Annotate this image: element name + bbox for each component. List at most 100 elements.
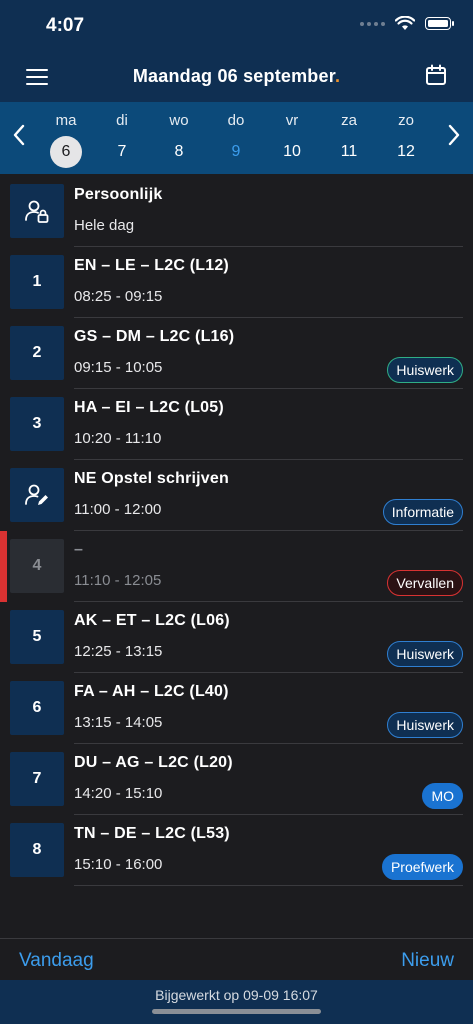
page-title-text: Maandag 06 september xyxy=(132,66,335,86)
previous-week-button[interactable] xyxy=(12,124,26,151)
day-number: 11 xyxy=(340,143,358,160)
lesson-title: HA – EI – L2C (L05) xyxy=(74,399,224,416)
day-vr[interactable]: vr 10 xyxy=(270,112,314,168)
lesson-time: 09:15 - 10:05 xyxy=(74,359,163,376)
lesson-list: Persoonlijk Hele dag 1 EN – LE – L2C (L12) 0… xyxy=(0,176,473,886)
status-time: 4:07 xyxy=(46,15,85,36)
row-divider xyxy=(74,885,463,886)
lesson-row[interactable]: 8 TN – DE – L2C (L53) 15:10 - 16:00 Proefwe… xyxy=(0,815,473,886)
nav-bar: Maandag 06 september. xyxy=(0,52,473,102)
lesson-title: Persoonlijk xyxy=(74,186,163,203)
next-week-button[interactable] xyxy=(447,124,461,151)
lesson-title: GS – DM – L2C (L16) xyxy=(74,328,235,345)
day-di[interactable]: di 7 xyxy=(100,112,144,168)
lesson-time: 10:20 - 11:10 xyxy=(74,430,162,447)
status-icons xyxy=(360,16,454,31)
lesson-number-badge: 4 xyxy=(10,539,64,593)
day-number: 12 xyxy=(397,143,415,160)
home-indicator[interactable] xyxy=(152,1009,321,1014)
lesson-title: – xyxy=(74,541,84,558)
person-edit-icon xyxy=(24,482,50,508)
lesson-title: AK – ET – L2C (L06) xyxy=(74,612,230,629)
lesson-number-badge xyxy=(10,184,64,238)
battery-icon xyxy=(425,17,454,30)
lesson-number-badge: 2 xyxy=(10,326,64,380)
chevron-left-icon xyxy=(13,124,25,146)
lesson-row[interactable]: 1 EN – LE – L2C (L12) 08:25 - 09:15 xyxy=(0,247,473,318)
day-wo[interactable]: wo 8 xyxy=(157,112,201,168)
lesson-row[interactable]: 3 HA – EI – L2C (L05) 10:20 - 11:10 xyxy=(0,389,473,460)
day-name: di xyxy=(116,112,128,129)
day-number: 9 xyxy=(231,143,241,160)
lesson-title: EN – LE – L2C (L12) xyxy=(74,257,229,274)
lesson-tag: Vervallen xyxy=(387,570,463,596)
day-ma[interactable]: ma 6 xyxy=(44,112,88,168)
day-name: ma xyxy=(55,112,77,129)
day-number: 8 xyxy=(174,143,184,160)
new-button[interactable]: Nieuw xyxy=(401,950,454,972)
day-zo[interactable]: zo 12 xyxy=(384,112,428,168)
lesson-number: 5 xyxy=(32,628,42,645)
lesson-tag: Huiswerk xyxy=(387,357,463,383)
day-number: 7 xyxy=(117,143,127,160)
lesson-title: DU – AG – L2C (L20) xyxy=(74,754,233,771)
footer: Bijgewerkt op 09-09 16:07 xyxy=(0,980,473,1024)
bottom-bar: Vandaag Nieuw xyxy=(0,938,473,981)
lesson-number-badge: 3 xyxy=(10,397,64,451)
lesson-number-badge: 5 xyxy=(10,610,64,664)
day-name: zo xyxy=(398,112,414,129)
lesson-time: 12:25 - 13:15 xyxy=(74,643,163,660)
wifi-icon xyxy=(395,16,415,30)
lesson-number-badge: 6 xyxy=(10,681,64,735)
lesson-row[interactable]: Persoonlijk Hele dag xyxy=(0,176,473,247)
lesson-title: FA – AH – L2C (L40) xyxy=(74,683,229,700)
day-name: za xyxy=(341,112,357,129)
lesson-row[interactable]: 7 DU – AG – L2C (L20) 14:20 - 15:10 MO xyxy=(0,744,473,815)
day-za[interactable]: za 11 xyxy=(327,112,371,168)
lesson-number: 6 xyxy=(32,699,42,716)
lesson-tag: Informatie xyxy=(382,499,463,525)
day-name: wo xyxy=(169,112,189,129)
day-name: do xyxy=(227,112,245,129)
week-strip: ma 6 di 7 wo 8 do 9 vr 10 za 11 zo 12 xyxy=(0,102,473,174)
lesson-tag: Huiswerk xyxy=(387,712,463,738)
lesson-time: 14:20 - 15:10 xyxy=(74,785,163,802)
calendar-icon[interactable] xyxy=(425,64,447,86)
lesson-row[interactable]: NE Opstel schrijven 11:00 - 12:00 Informat… xyxy=(0,460,473,531)
lesson-tag: MO xyxy=(422,783,463,809)
signal-icon xyxy=(360,21,385,26)
chevron-right-icon xyxy=(448,124,460,146)
lesson-number: 8 xyxy=(32,841,42,858)
lesson-time: Hele dag xyxy=(74,217,135,234)
day-number: 6 xyxy=(50,136,82,168)
day-do[interactable]: do 9 xyxy=(214,112,258,168)
page-title: Maandag 06 september. xyxy=(0,66,473,87)
lesson-time: 13:15 - 14:05 xyxy=(74,714,163,731)
lesson-tag: Proefwerk xyxy=(381,854,463,880)
today-button[interactable]: Vandaag xyxy=(19,950,94,972)
person-lock-icon xyxy=(24,198,50,224)
last-updated-text: Bijgewerkt op 09-09 16:07 xyxy=(155,987,318,1003)
lesson-number: 4 xyxy=(32,557,42,574)
lesson-number: 2 xyxy=(32,344,42,361)
lesson-row[interactable]: 4 – 11:10 - 12:05 Vervallen xyxy=(0,531,473,602)
lesson-number: 1 xyxy=(32,273,42,290)
lesson-time: 11:00 - 12:00 xyxy=(74,501,162,518)
day-name: vr xyxy=(285,112,299,129)
lesson-number: 7 xyxy=(32,770,42,787)
lesson-row[interactable]: 5 AK – ET – L2C (L06) 12:25 - 13:15 Huiswer… xyxy=(0,602,473,673)
lesson-number-badge: 8 xyxy=(10,823,64,877)
day-number: 10 xyxy=(283,143,301,160)
lesson-time: 08:25 - 09:15 xyxy=(74,288,163,305)
lesson-row[interactable]: 6 FA – AH – L2C (L40) 13:15 - 14:05 Huiswer… xyxy=(0,673,473,744)
cancelled-marker xyxy=(0,531,7,602)
lesson-number-badge: 7 xyxy=(10,752,64,806)
lesson-row[interactable]: 2 GS – DM – L2C (L16) 09:15 - 10:05 Huiswer… xyxy=(0,318,473,389)
lesson-title: NE Opstel schrijven xyxy=(74,470,229,487)
lesson-number: 3 xyxy=(32,415,42,432)
lesson-time: 11:10 - 12:05 xyxy=(74,572,162,589)
title-dot: . xyxy=(334,66,341,86)
lesson-number-badge: 1 xyxy=(10,255,64,309)
lesson-title: TN – DE – L2C (L53) xyxy=(74,825,230,842)
lesson-number-badge xyxy=(10,468,64,522)
